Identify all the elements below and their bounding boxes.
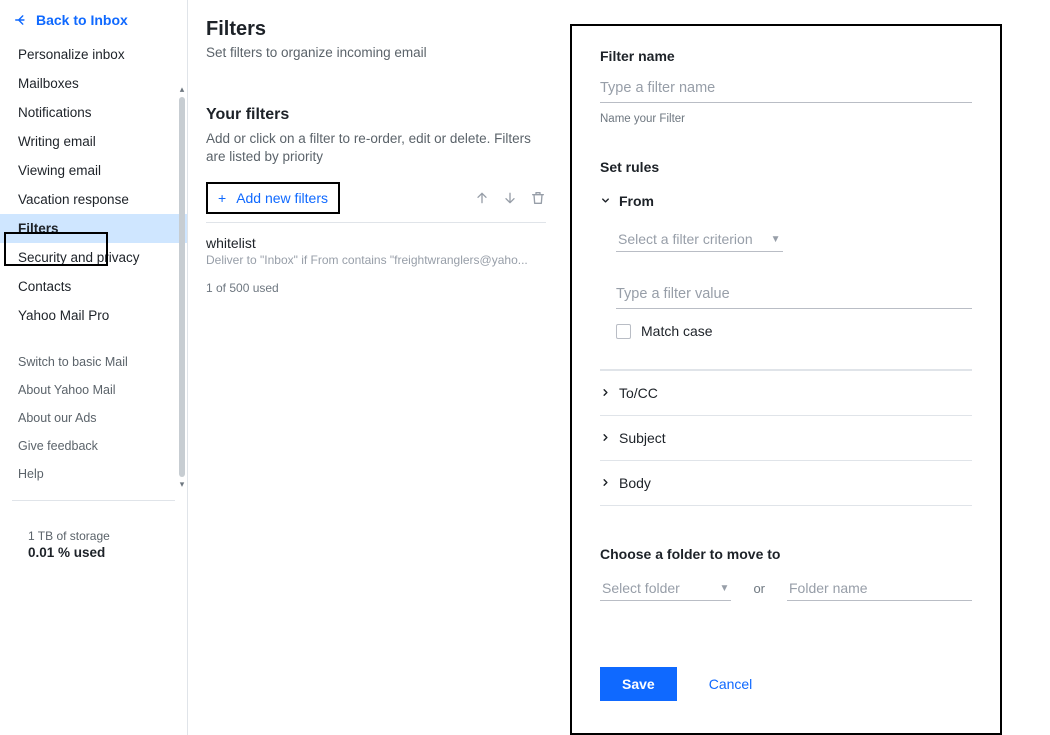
page-subtitle: Set filters to organize incoming email bbox=[206, 45, 570, 60]
or-text: or bbox=[753, 581, 765, 596]
caret-down-icon: ▼ bbox=[771, 234, 781, 245]
add-new-filters-button[interactable]: + Add new filters bbox=[206, 182, 340, 214]
storage-info: 1 TB of storage 0.01 % used bbox=[0, 511, 187, 560]
rule-tocc-header[interactable]: To/CC bbox=[600, 370, 972, 415]
filter-entry[interactable]: whitelist Deliver to "Inbox" if From con… bbox=[206, 235, 546, 267]
filter-value-input[interactable] bbox=[616, 280, 972, 309]
filters-usage: 1 of 500 used bbox=[206, 281, 570, 295]
add-new-filters-label: Add new filters bbox=[236, 190, 328, 206]
rule-from-body: Select a filter criterion ▼ Match case bbox=[600, 209, 972, 347]
rule-subject-label: Subject bbox=[619, 430, 666, 446]
save-button[interactable]: Save bbox=[600, 667, 677, 701]
settings-sidebar: Back to Inbox Personalize inbox Mailboxe… bbox=[0, 0, 188, 735]
filter-entry-name: whitelist bbox=[206, 235, 546, 251]
scroll-down-icon: ▾ bbox=[180, 479, 185, 490]
sidebar-item-about-yahoo-mail[interactable]: About Yahoo Mail bbox=[0, 376, 187, 404]
chevron-right-icon bbox=[600, 430, 611, 446]
back-to-inbox-label: Back to Inbox bbox=[36, 12, 128, 28]
filter-criterion-select[interactable]: Select a filter criterion ▼ bbox=[616, 227, 783, 252]
your-filters-title: Your filters bbox=[206, 106, 570, 124]
scroll-thumb[interactable] bbox=[179, 97, 185, 477]
sidebar-item-viewing-email[interactable]: Viewing email bbox=[0, 156, 187, 185]
sidebar-item-mailboxes[interactable]: Mailboxes bbox=[0, 69, 187, 98]
filter-editor-panel: Filter name Name your Filter Set rules F… bbox=[570, 24, 1002, 735]
set-rules-label: Set rules bbox=[600, 159, 972, 175]
sidebar-item-contacts[interactable]: Contacts bbox=[0, 272, 187, 301]
nav-list: Personalize inbox Mailboxes Notification… bbox=[0, 40, 187, 488]
rule-tocc-label: To/CC bbox=[619, 385, 658, 401]
filter-criterion-placeholder: Select a filter criterion bbox=[618, 231, 753, 247]
main-content: Filters Set filters to organize incoming… bbox=[188, 0, 570, 735]
storage-total: 1 TB of storage bbox=[28, 529, 187, 543]
scroll-up-icon: ▴ bbox=[180, 84, 185, 95]
page-title: Filters bbox=[206, 18, 570, 41]
folder-name-input[interactable] bbox=[787, 576, 972, 601]
trash-icon[interactable] bbox=[530, 190, 546, 206]
sidebar-scrollbar[interactable]: ▴ ▾ bbox=[178, 84, 186, 504]
chevron-down-icon bbox=[600, 193, 611, 209]
rule-body-header[interactable]: Body bbox=[600, 460, 972, 506]
your-filters-desc: Add or click on a filter to re-order, ed… bbox=[206, 130, 536, 166]
move-down-icon[interactable] bbox=[502, 190, 518, 206]
arrow-left-icon bbox=[14, 13, 28, 27]
filter-name-hint: Name your Filter bbox=[600, 113, 972, 125]
add-filter-row: + Add new filters bbox=[206, 182, 546, 223]
folder-select[interactable]: Select folder ▼ bbox=[600, 576, 731, 601]
sidebar-item-personalize[interactable]: Personalize inbox bbox=[0, 40, 187, 69]
chevron-right-icon bbox=[600, 475, 611, 491]
sidebar-item-help[interactable]: Help bbox=[0, 460, 187, 488]
caret-down-icon: ▼ bbox=[720, 583, 730, 594]
rule-subject-header[interactable]: Subject bbox=[600, 415, 972, 460]
filter-name-input[interactable] bbox=[600, 74, 972, 103]
match-case-label: Match case bbox=[641, 323, 713, 339]
folder-select-placeholder: Select folder bbox=[602, 580, 680, 596]
sidebar-item-writing-email[interactable]: Writing email bbox=[0, 127, 187, 156]
sidebar-item-about-ads[interactable]: About our Ads bbox=[0, 404, 187, 432]
filter-entry-desc: Deliver to "Inbox" if From contains "fre… bbox=[206, 253, 546, 267]
sidebar-item-notifications[interactable]: Notifications bbox=[0, 98, 187, 127]
sidebar-divider bbox=[12, 500, 175, 501]
sidebar-item-yahoo-mail-pro[interactable]: Yahoo Mail Pro bbox=[0, 301, 187, 330]
rule-from-label: From bbox=[619, 193, 654, 209]
sidebar-item-give-feedback[interactable]: Give feedback bbox=[0, 432, 187, 460]
move-up-icon[interactable] bbox=[474, 190, 490, 206]
cancel-button[interactable]: Cancel bbox=[709, 676, 753, 692]
back-to-inbox-link[interactable]: Back to Inbox bbox=[0, 0, 187, 40]
sidebar-item-switch-basic[interactable]: Switch to basic Mail bbox=[0, 348, 187, 376]
rule-body-label: Body bbox=[619, 475, 651, 491]
chevron-right-icon bbox=[600, 385, 611, 401]
match-case-checkbox[interactable] bbox=[616, 324, 631, 339]
sidebar-item-vacation-response[interactable]: Vacation response bbox=[0, 185, 187, 214]
filter-name-label: Filter name bbox=[600, 48, 972, 64]
choose-folder-label: Choose a folder to move to bbox=[600, 546, 972, 562]
filters-highlight-box bbox=[4, 232, 108, 266]
plus-icon: + bbox=[218, 190, 226, 206]
storage-used: 0.01 % used bbox=[28, 545, 187, 560]
rule-from-header[interactable]: From bbox=[600, 193, 972, 209]
